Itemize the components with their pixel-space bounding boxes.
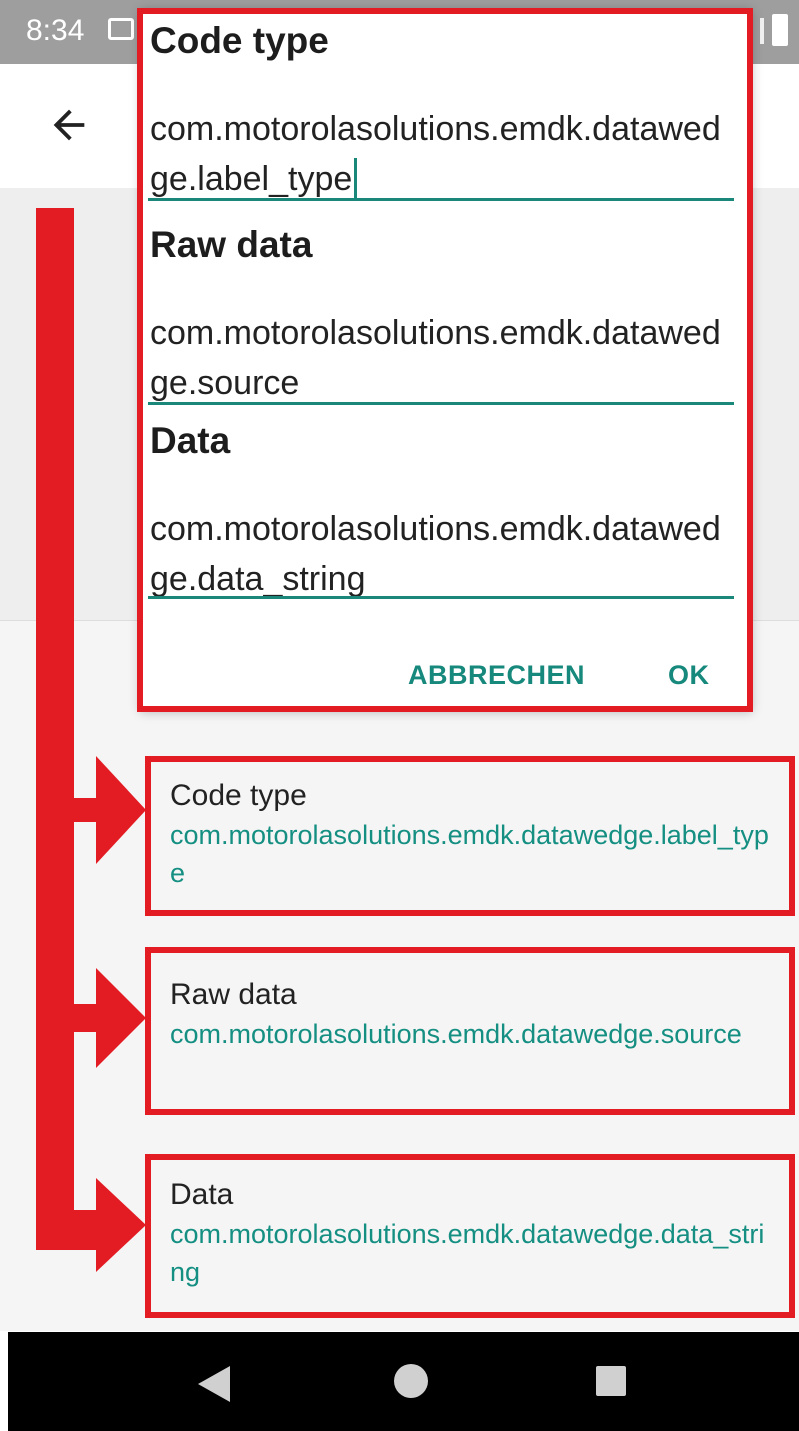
data-input[interactable]: com.motorolasolutions.emdk.datawedge.dat… [150, 504, 736, 604]
nav-recents-icon[interactable] [596, 1366, 626, 1396]
data-input-underline [148, 596, 734, 599]
raw-data-input[interactable]: com.motorolasolutions.emdk.datawedge.sou… [150, 308, 736, 408]
signal-icon [752, 18, 764, 44]
notification-icon [108, 18, 134, 40]
field-label-raw-data: Raw data [150, 224, 313, 265]
code-type-input[interactable]: com.motorolasolutions.emdk.datawedge.lab… [150, 104, 736, 204]
nav-home-icon[interactable] [394, 1364, 428, 1398]
pref-summary: com.motorolasolutions.emdk.datawedge.dat… [170, 1219, 765, 1287]
edit-dialog: Code type com.motorolasolutions.emdk.dat… [140, 8, 752, 710]
pref-item-code-type[interactable]: Code type com.motorolasolutions.emdk.dat… [170, 776, 780, 892]
field-label-code-type: Code type [150, 20, 329, 61]
nav-back-icon[interactable] [198, 1366, 230, 1402]
pref-item-raw-data[interactable]: Raw data com.motorolasolutions.emdk.data… [170, 975, 780, 1053]
pref-title: Raw data [170, 978, 297, 1011]
pref-summary: com.motorolasolutions.emdk.datawedge.lab… [170, 820, 769, 888]
raw-data-input-underline [148, 402, 734, 405]
code-type-input-underline [148, 198, 734, 201]
field-label-data: Data [150, 420, 231, 461]
pref-summary: com.motorolasolutions.emdk.datawedge.sou… [170, 1019, 742, 1049]
arrow-left-icon[interactable] [46, 102, 92, 148]
pref-item-data[interactable]: Data com.motorolasolutions.emdk.datawedg… [170, 1175, 780, 1291]
ok-button[interactable]: OK [668, 660, 710, 691]
pref-title: Data [170, 1178, 234, 1211]
status-time: 8:34 [26, 14, 85, 47]
code-type-input-text: com.motorolasolutions.emdk.datawedge.lab… [150, 110, 721, 198]
text-cursor [354, 158, 358, 198]
cancel-button[interactable]: ABBRECHEN [408, 660, 585, 691]
pref-title: Code type [170, 779, 307, 812]
battery-icon [772, 14, 788, 46]
navigation-bar [8, 1332, 799, 1431]
